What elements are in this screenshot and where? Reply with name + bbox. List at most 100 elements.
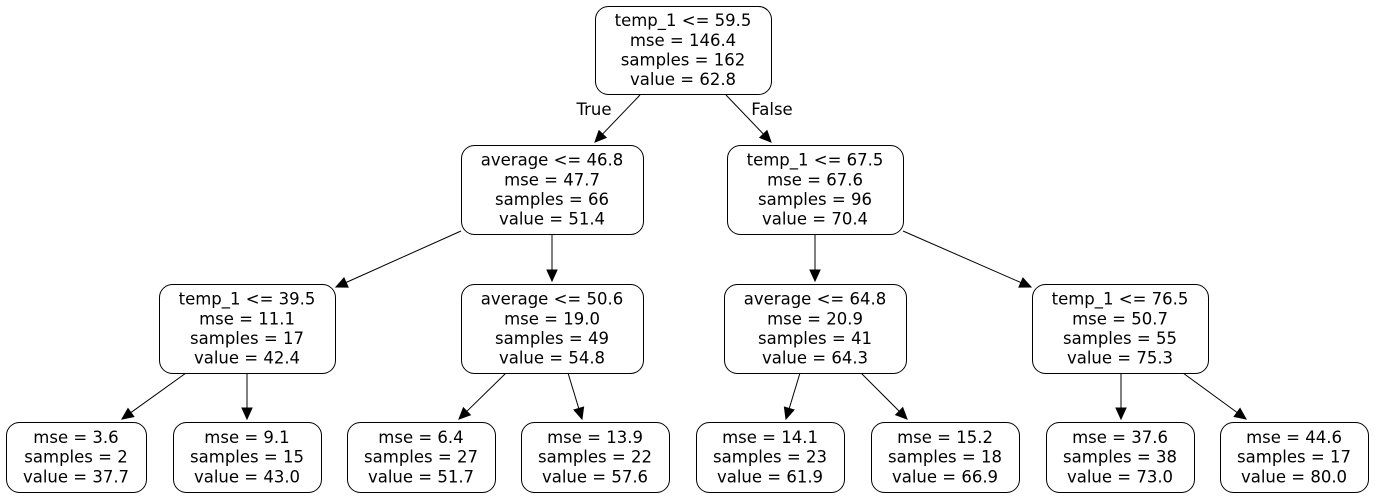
node-text-line: value = 62.8 bbox=[630, 70, 736, 89]
node-text-line: value = 51.4 bbox=[499, 210, 605, 229]
edge-n3-n7 bbox=[121, 372, 187, 420]
edge-n6-n14 bbox=[1182, 372, 1247, 420]
edge-n1-n3 bbox=[334, 230, 462, 288]
edge-n4-n9 bbox=[458, 372, 507, 420]
node-text-line: temp_1 <= 67.5 bbox=[747, 151, 884, 171]
arrowhead-icon bbox=[121, 407, 135, 420]
arrowhead-icon bbox=[1115, 407, 1127, 421]
tree-node-n8: mse = 9.1samples = 15value = 43.0 bbox=[173, 422, 322, 493]
tree-node-n14: mse = 44.6samples = 17value = 80.0 bbox=[1220, 422, 1369, 493]
edge-line bbox=[567, 372, 580, 409]
tree-node-n6: temp_1 <= 76.5mse = 50.7samples = 55valu… bbox=[1032, 284, 1209, 374]
tree-node-n7: mse = 3.6samples = 2value = 37.7 bbox=[6, 422, 147, 493]
edge-line bbox=[902, 230, 1022, 284]
edge-n2-n5 bbox=[809, 234, 821, 283]
node-text-line: samples = 96 bbox=[758, 190, 872, 209]
tree-node-n3: temp_1 <= 39.5mse = 11.1samples = 17valu… bbox=[159, 284, 336, 374]
edge-line bbox=[788, 372, 801, 409]
node-text-line: samples = 38 bbox=[1063, 448, 1177, 467]
tree-node-n10: mse = 13.9samples = 22value = 57.6 bbox=[521, 422, 670, 493]
arrowhead-icon bbox=[1018, 277, 1033, 288]
node-text-line: temp_1 <= 59.5 bbox=[615, 11, 752, 31]
edge-n0-n2: False bbox=[725, 94, 793, 143]
node-text-line: mse = 44.6 bbox=[1246, 428, 1342, 447]
nodes-layer: temp_1 <= 59.5mse = 146.4samples = 162va… bbox=[6, 6, 1369, 493]
node-text-line: samples = 15 bbox=[190, 448, 304, 467]
node-text-line: value = 73.0 bbox=[1067, 467, 1173, 486]
tree-node-n2: temp_1 <= 67.5mse = 67.6samples = 96valu… bbox=[727, 145, 904, 235]
node-text-line: mse = 47.7 bbox=[504, 170, 600, 189]
node-text-line: value = 80.0 bbox=[1241, 467, 1347, 486]
node-text-line: mse = 13.9 bbox=[547, 428, 643, 447]
tree-node-n13: mse = 37.6samples = 38value = 73.0 bbox=[1046, 422, 1195, 493]
node-text-line: value = 61.9 bbox=[717, 467, 823, 486]
node-text-line: samples = 18 bbox=[888, 448, 1002, 467]
node-text-line: value = 37.7 bbox=[23, 467, 129, 486]
node-text-line: samples = 22 bbox=[538, 448, 652, 467]
arrowhead-icon bbox=[783, 406, 795, 421]
node-text-line: mse = 9.1 bbox=[204, 428, 289, 447]
arrowhead-icon bbox=[241, 407, 253, 421]
arrowhead-icon bbox=[546, 269, 558, 283]
edge-n5-n12 bbox=[860, 372, 908, 420]
edge-n1-n4 bbox=[546, 234, 558, 283]
node-text-line: value = 54.8 bbox=[499, 349, 605, 368]
node-text-line: average <= 64.8 bbox=[744, 290, 886, 309]
edge-line bbox=[860, 372, 900, 412]
node-text-line: samples = 17 bbox=[1237, 448, 1351, 467]
arrowhead-icon bbox=[809, 269, 821, 283]
node-text-line: value = 57.6 bbox=[542, 467, 648, 486]
node-text-line: samples = 23 bbox=[713, 448, 827, 467]
node-text-line: value = 66.9 bbox=[892, 467, 998, 486]
node-text-line: average <= 46.8 bbox=[481, 151, 623, 170]
edge-label-true: True bbox=[575, 100, 611, 119]
node-text-line: value = 43.0 bbox=[194, 467, 300, 486]
node-text-line: mse = 15.2 bbox=[897, 428, 993, 447]
tree-node-n11: mse = 14.1samples = 23value = 61.9 bbox=[696, 422, 845, 493]
decision-tree-diagram: True False temp_1 <= 59.5mse = 146.4sampl… bbox=[6, 6, 1369, 493]
tree-node-n5: average <= 64.8mse = 20.9samples = 41val… bbox=[724, 284, 907, 374]
node-text-line: samples = 2 bbox=[24, 448, 127, 467]
node-text-line: mse = 37.6 bbox=[1072, 428, 1168, 447]
tree-node-n12: mse = 15.2samples = 18value = 66.9 bbox=[871, 422, 1020, 493]
node-text-line: temp_1 <= 76.5 bbox=[1052, 290, 1189, 310]
arrowhead-icon bbox=[573, 406, 585, 421]
node-text-line: samples = 41 bbox=[758, 329, 872, 348]
tree-node-n9: mse = 6.4samples = 27value = 51.7 bbox=[347, 422, 496, 493]
node-text-line: value = 51.7 bbox=[368, 467, 474, 486]
tree-node-n1: average <= 46.8mse = 47.7samples = 66val… bbox=[461, 145, 644, 235]
node-text-line: average <= 50.6 bbox=[481, 290, 623, 309]
arrowhead-icon bbox=[334, 277, 349, 288]
edge-n2-n6 bbox=[902, 230, 1033, 288]
tree-node-n4: average <= 50.6mse = 19.0samples = 49val… bbox=[461, 284, 644, 374]
node-text-line: mse = 146.4 bbox=[630, 31, 736, 50]
edge-n3-n8 bbox=[241, 373, 253, 421]
node-text-line: samples = 55 bbox=[1063, 329, 1177, 348]
node-text-line: temp_1 <= 39.5 bbox=[179, 290, 316, 310]
node-text-line: samples = 162 bbox=[621, 51, 745, 70]
node-text-line: samples = 17 bbox=[190, 329, 304, 348]
node-text-line: mse = 14.1 bbox=[722, 428, 818, 447]
node-text-line: value = 42.4 bbox=[194, 349, 300, 368]
edge-n6-n13 bbox=[1115, 373, 1127, 421]
node-text-line: mse = 67.6 bbox=[767, 170, 863, 189]
edge-n0-n1: True bbox=[575, 94, 641, 143]
node-text-line: mse = 20.9 bbox=[767, 309, 863, 328]
node-text-line: mse = 50.7 bbox=[1072, 309, 1168, 328]
node-text-line: samples = 49 bbox=[495, 329, 609, 348]
arrowhead-icon bbox=[1233, 407, 1247, 420]
node-text-line: value = 70.4 bbox=[762, 210, 868, 229]
node-text-line: mse = 19.0 bbox=[504, 309, 600, 328]
edge-n4-n10 bbox=[567, 372, 585, 421]
node-text-line: value = 75.3 bbox=[1067, 349, 1173, 368]
edge-n5-n11 bbox=[783, 372, 801, 421]
node-text-line: mse = 11.1 bbox=[199, 309, 295, 328]
node-text-line: value = 64.3 bbox=[762, 349, 868, 368]
edge-line bbox=[466, 372, 507, 412]
node-text-line: mse = 6.4 bbox=[378, 428, 463, 447]
node-text-line: mse = 3.6 bbox=[33, 428, 118, 447]
node-text-line: samples = 66 bbox=[495, 190, 609, 209]
edge-line bbox=[345, 230, 462, 283]
edge-line bbox=[1182, 372, 1238, 413]
edge-label-false: False bbox=[751, 100, 792, 119]
